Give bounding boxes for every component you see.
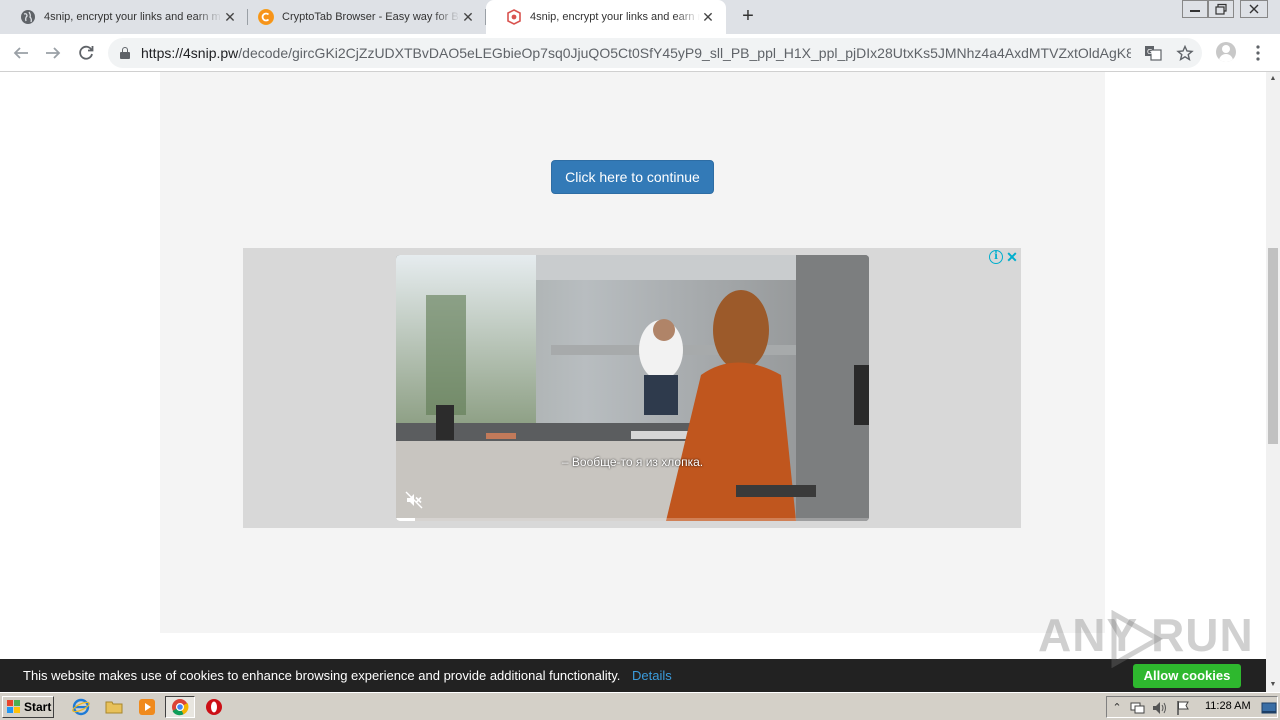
continue-button[interactable]: Click here to continue <box>551 160 714 194</box>
opera-icon[interactable] <box>205 698 223 716</box>
tab-4snip-1[interactable]: 4snip, encrypt your links and earn m ✕ <box>0 0 248 34</box>
translate-icon[interactable]: G <box>1144 45 1162 61</box>
media-player-icon[interactable] <box>138 698 156 716</box>
close-window-icon[interactable] <box>1240 0 1268 18</box>
ad-video[interactable]: – Вообще-то я из хлопка. <box>396 255 869 521</box>
close-tab-icon[interactable]: ✕ <box>700 9 716 25</box>
globe-icon <box>20 9 36 25</box>
internet-explorer-icon[interactable] <box>72 698 90 716</box>
tab-title: 4snip, encrypt your links and earn m <box>530 11 700 23</box>
windows-flag-icon <box>7 700 20 713</box>
lock-icon <box>120 47 130 59</box>
profile-avatar-icon[interactable] <box>1216 42 1236 62</box>
scroll-thumb[interactable] <box>1268 248 1278 444</box>
cryptotab-icon <box>258 9 274 25</box>
desktop: 4snip, encrypt your links and earn m ✕ C… <box>0 0 1280 720</box>
system-tray: ⌃ 11:28 AM <box>1106 696 1278 718</box>
taskbar-clock: 11:28 AM <box>1205 700 1251 712</box>
minimize-icon[interactable] <box>1182 0 1208 18</box>
scroll-up-icon[interactable]: ▲ <box>1266 72 1280 86</box>
star-icon[interactable] <box>1176 44 1194 61</box>
taskbar: Start ⌃ 11:28 AM <box>0 692 1280 720</box>
chrome-taskbar-icon[interactable] <box>165 696 195 718</box>
tab-4snip-active[interactable]: 4snip, encrypt your links and earn m ✕ <box>486 0 726 34</box>
start-button[interactable]: Start <box>2 696 54 718</box>
4snip-icon <box>506 9 522 25</box>
tab-strip: 4snip, encrypt your links and earn m ✕ C… <box>0 0 1280 34</box>
ad-close-icon[interactable]: ✕ <box>1005 249 1019 265</box>
reload-icon[interactable] <box>73 40 99 66</box>
mute-icon[interactable] <box>405 491 423 509</box>
ad-info-icon[interactable]: i <box>989 250 1003 264</box>
back-icon[interactable] <box>8 40 34 66</box>
ad-container: i ✕ – Вообще-то я из хлопка. <box>243 248 1021 528</box>
watermark-play-icon <box>1111 610 1164 668</box>
cookie-message: This website makes use of cookies to enh… <box>23 668 621 683</box>
new-tab-button[interactable]: + <box>736 5 760 29</box>
tab-title: 4snip, encrypt your links and earn m <box>44 11 221 23</box>
volume-icon[interactable] <box>1151 700 1167 716</box>
video-progress-fill <box>396 518 415 521</box>
network-icon[interactable] <box>1129 700 1145 716</box>
action-center-flag-icon[interactable] <box>1175 700 1191 716</box>
svg-text:G: G <box>1147 48 1152 56</box>
start-label: Start <box>24 700 52 714</box>
close-tab-icon[interactable]: ✕ <box>222 9 238 25</box>
tab-title: CryptoTab Browser - Easy way for Bi <box>282 11 460 23</box>
file-explorer-icon[interactable] <box>105 698 123 716</box>
forward-icon[interactable] <box>40 40 66 66</box>
scroll-down-icon[interactable]: ▼ <box>1266 678 1280 692</box>
tab-cryptotab[interactable]: CryptoTab Browser - Easy way for Bi ✕ <box>238 0 486 34</box>
url-text[interactable]: https://4snip.pw/decode/gircGKi2CjZzUDXT… <box>141 45 1131 61</box>
video-subtitle: – Вообще-то я из хлопка. <box>561 455 704 469</box>
page-scrollbar[interactable]: ▲ ▼ <box>1266 72 1280 692</box>
address-bar[interactable]: https://4snip.pw/decode/gircGKi2CjZzUDXT… <box>108 38 1202 68</box>
cookie-details-link[interactable]: Details <box>632 668 672 683</box>
tray-expand-icon[interactable]: ⌃ <box>1109 700 1125 716</box>
video-progress-bar[interactable] <box>396 518 869 521</box>
show-desktop-icon[interactable] <box>1261 700 1277 716</box>
kebab-menu-icon[interactable] <box>1250 40 1266 66</box>
page-viewport: Click here to continue i ✕ – Вообще-то я… <box>0 72 1266 692</box>
close-tab-icon[interactable]: ✕ <box>460 9 476 25</box>
restore-icon[interactable] <box>1208 0 1234 18</box>
browser-toolbar: https://4snip.pw/decode/gircGKi2CjZzUDXT… <box>0 34 1280 72</box>
anyrun-watermark: ANY RUN <box>1038 608 1253 668</box>
video-frame <box>396 255 869 521</box>
